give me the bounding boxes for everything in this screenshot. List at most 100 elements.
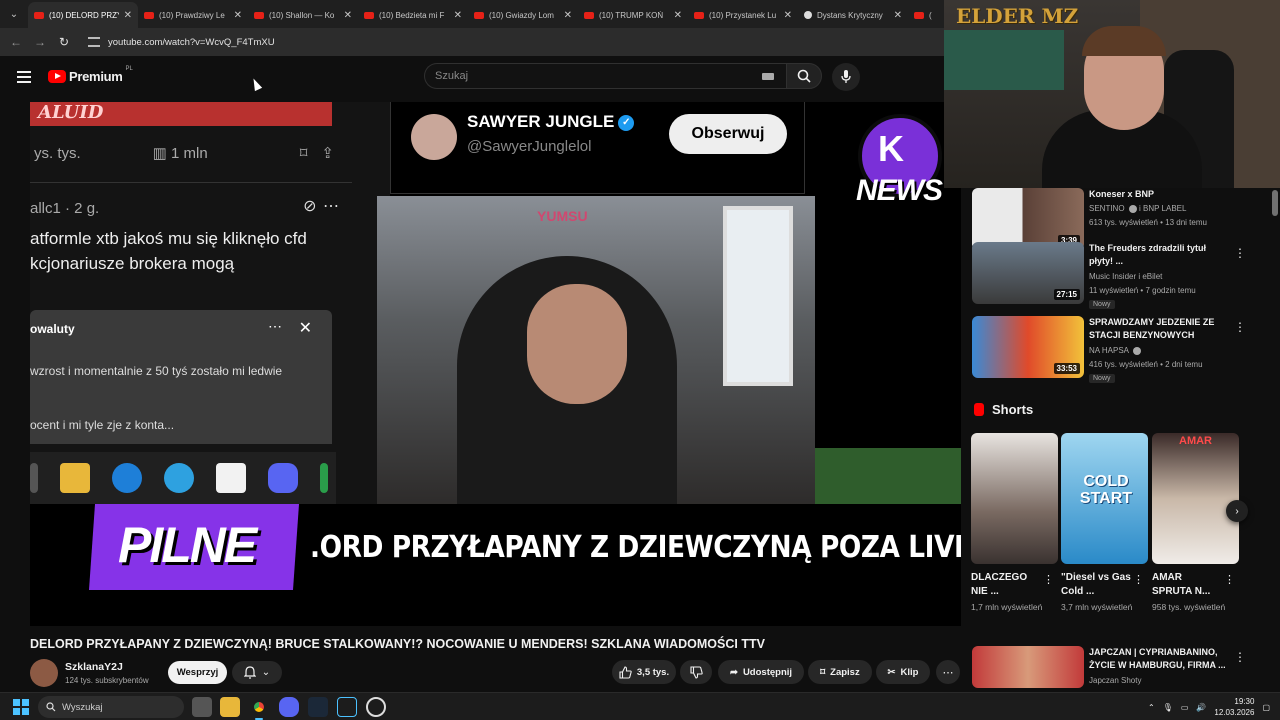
- browser-tab[interactable]: (10) Prawdziwy Le ✕: [138, 2, 248, 28]
- channel-name[interactable]: NA HAPSA: [1089, 346, 1141, 355]
- share-button[interactable]: ➦ Udostępnij: [718, 660, 804, 684]
- short-title[interactable]: AMAR SPRUTA N...: [1152, 571, 1222, 599]
- shorts-next-button[interactable]: ›: [1226, 500, 1248, 522]
- volume-icon[interactable]: 🔊: [1196, 703, 1206, 712]
- forward-icon[interactable]: →: [30, 32, 50, 52]
- browser-tab[interactable]: (10) Shallon — Ko ✕: [248, 2, 358, 28]
- video-thumbnail[interactable]: 33:53: [972, 316, 1084, 378]
- channel-name[interactable]: Music Insider i eBilet: [1089, 272, 1162, 281]
- chrome-icon[interactable]: [249, 697, 269, 720]
- tab-search-button[interactable]: ⌄: [0, 0, 28, 28]
- notification-line: ocent i mi tyle zje z konta...: [30, 418, 175, 432]
- short-item[interactable]: AMAR AMAR SPRUTA N... 958 tys. wyświetle…: [1152, 433, 1239, 613]
- browser-tab[interactable]: (10) Bedzieta mi F ✕: [358, 2, 468, 28]
- video-thumbnail[interactable]: 27:15: [972, 242, 1084, 304]
- close-tab-icon[interactable]: ✕: [674, 10, 682, 21]
- browser-tab[interactable]: Dystans Krytyczny ✕: [798, 2, 908, 28]
- clip-button[interactable]: ✂ Klip: [876, 660, 930, 684]
- network-icon[interactable]: ▭: [1181, 703, 1189, 712]
- short-thumbnail[interactable]: COLD START: [1061, 433, 1148, 564]
- recommended-video[interactable]: 27:15 The Freuders zdradzili tytuł płyty…: [972, 242, 1252, 309]
- wall-poster: YUMSU: [537, 208, 588, 224]
- shorts-title: Shorts: [992, 402, 1034, 417]
- streamer-webcam: ELDER MZ: [944, 0, 1280, 188]
- close-tab-icon[interactable]: ✕: [894, 10, 902, 21]
- file-explorer-icon[interactable]: [220, 697, 240, 717]
- comment-text: atformle xtb jakoś mu się kliknęło cfd k…: [30, 226, 350, 276]
- recommended-video[interactable]: 33:53 SPRAWDZAMY JEDZENIE ZE STACJI BENZ…: [972, 316, 1252, 383]
- tweet-handle: @SawyerJunglelol: [467, 138, 592, 155]
- chevron-up-icon[interactable]: ⌃: [1148, 703, 1155, 712]
- close-tab-icon[interactable]: ✕: [784, 10, 792, 21]
- clock[interactable]: 19:30 12.03.2026: [1214, 696, 1254, 718]
- windows-start-icon[interactable]: [13, 699, 29, 715]
- close-tab-icon[interactable]: ✕: [454, 10, 462, 21]
- youtube-logo[interactable]: Premium PL: [48, 66, 133, 84]
- recommended-video[interactable]: JAPCZAN | CYPRIANBANINO, ŻYCIE W HAMBURG…: [972, 646, 1252, 688]
- video-title[interactable]: JAPCZAN | CYPRIANBANINO, ŻYCIE W HAMBURG…: [1089, 646, 1227, 672]
- site-info-icon[interactable]: [88, 37, 100, 47]
- close-tab-icon[interactable]: ✕: [124, 10, 132, 21]
- video-player[interactable]: ALUID ys. tys. ▥ 1 mln ⌑ ⇪ allc1 · 2 g. ⊘…: [30, 102, 961, 626]
- reload-icon[interactable]: ↻: [54, 32, 74, 52]
- voice-search-button[interactable]: [832, 63, 860, 91]
- video-thumbnail[interactable]: [972, 646, 1084, 688]
- store-icon: [216, 463, 246, 493]
- channel-name[interactable]: SENTINO i BNP LABEL: [1089, 204, 1186, 213]
- more-options-icon[interactable]: ⋮: [1133, 573, 1144, 586]
- browser-tab[interactable]: (10) DELORD PRZYŁA ✕: [28, 2, 138, 28]
- sidebar-scrollbar[interactable]: [1272, 190, 1278, 216]
- avatar: [411, 114, 457, 160]
- search-input[interactable]: [435, 70, 755, 82]
- close-tab-icon[interactable]: ✕: [564, 10, 572, 21]
- support-button[interactable]: Wesprzyj: [168, 661, 227, 684]
- browser-tab[interactable]: (10) Przystanek Lu ✕: [688, 2, 798, 28]
- close-tab-icon[interactable]: ✕: [234, 10, 242, 21]
- short-thumbnail[interactable]: AMAR: [1152, 433, 1239, 564]
- more-options-icon[interactable]: ⋮: [1043, 573, 1054, 586]
- dislike-button[interactable]: [680, 660, 712, 684]
- duration-badge: 33:53: [1053, 363, 1080, 374]
- app-icon[interactable]: [366, 697, 386, 717]
- video-title[interactable]: Koneser x BNP: [1089, 188, 1227, 201]
- video-title[interactable]: The Freuders zdradzili tytuł płyty! ...: [1089, 242, 1227, 268]
- close-tab-icon[interactable]: ✕: [344, 10, 352, 21]
- app-icon[interactable]: [337, 697, 357, 717]
- notifications-button[interactable]: ⌄: [232, 661, 282, 684]
- channel-name[interactable]: SzklanaY2J: [65, 661, 123, 673]
- short-item[interactable]: DLACZEGO NIE ... 1,7 mln wyświetleń ⋮: [971, 433, 1058, 613]
- taskbar-search[interactable]: Wyszukaj: [38, 696, 184, 718]
- video-thumbnail[interactable]: 3:39: [972, 188, 1084, 250]
- bookmark-icon: ⌑: [820, 666, 826, 678]
- more-options-icon[interactable]: ⋮: [1234, 320, 1246, 334]
- more-actions-button[interactable]: ⋯: [936, 660, 960, 684]
- save-button[interactable]: ⌑ Zapisz: [808, 660, 872, 684]
- discord-icon[interactable]: [279, 697, 299, 717]
- like-button[interactable]: 3,5 tys.: [612, 660, 676, 684]
- browser-tab[interactable]: (10: [908, 2, 938, 28]
- short-item[interactable]: COLD START "Diesel vs Gas Cold ... 3,7 m…: [1061, 433, 1148, 613]
- more-options-icon[interactable]: ⋮: [1234, 650, 1246, 664]
- keyboard-icon[interactable]: [762, 73, 774, 80]
- channel-name[interactable]: Japczan Shoty: [1089, 676, 1141, 685]
- notifications-icon[interactable]: ▢: [1262, 703, 1270, 712]
- menu-icon[interactable]: [17, 71, 31, 83]
- recommended-video[interactable]: 3:39 Koneser x BNP SENTINO i BNP LABEL 6…: [972, 188, 1252, 250]
- back-icon[interactable]: ←: [6, 32, 26, 52]
- microphone-icon[interactable]: 🎙: [1163, 703, 1173, 712]
- more-options-icon[interactable]: ⋮: [1234, 246, 1246, 260]
- steam-icon[interactable]: [308, 697, 328, 717]
- browser-tab[interactable]: (10) TRUMP KOŃ ✕: [578, 2, 688, 28]
- search-button[interactable]: [786, 63, 822, 89]
- browser-tab[interactable]: (10) Gwiazdy Lom ✕: [468, 2, 578, 28]
- more-options-icon[interactable]: ⋮: [1224, 573, 1235, 586]
- browser-tab-strip: ⌄ (10) DELORD PRZYŁA ✕ (10) Prawdziwy Le ✕…: [0, 0, 944, 28]
- short-title[interactable]: "Diesel vs Gas Cold ...: [1061, 571, 1131, 599]
- avatar[interactable]: [30, 659, 58, 687]
- url-field[interactable]: youtube.com/watch?v=WcvQ_F4TmXU: [88, 31, 275, 53]
- task-view-icon[interactable]: [192, 697, 212, 717]
- short-title[interactable]: DLACZEGO NIE ...: [971, 571, 1041, 599]
- short-thumbnail[interactable]: [971, 433, 1058, 564]
- more-icon: ⊘ ⋯: [303, 198, 340, 215]
- video-title[interactable]: SPRAWDZAMY JEDZENIE ZE STACJI BENZYNOWYC…: [1089, 316, 1227, 342]
